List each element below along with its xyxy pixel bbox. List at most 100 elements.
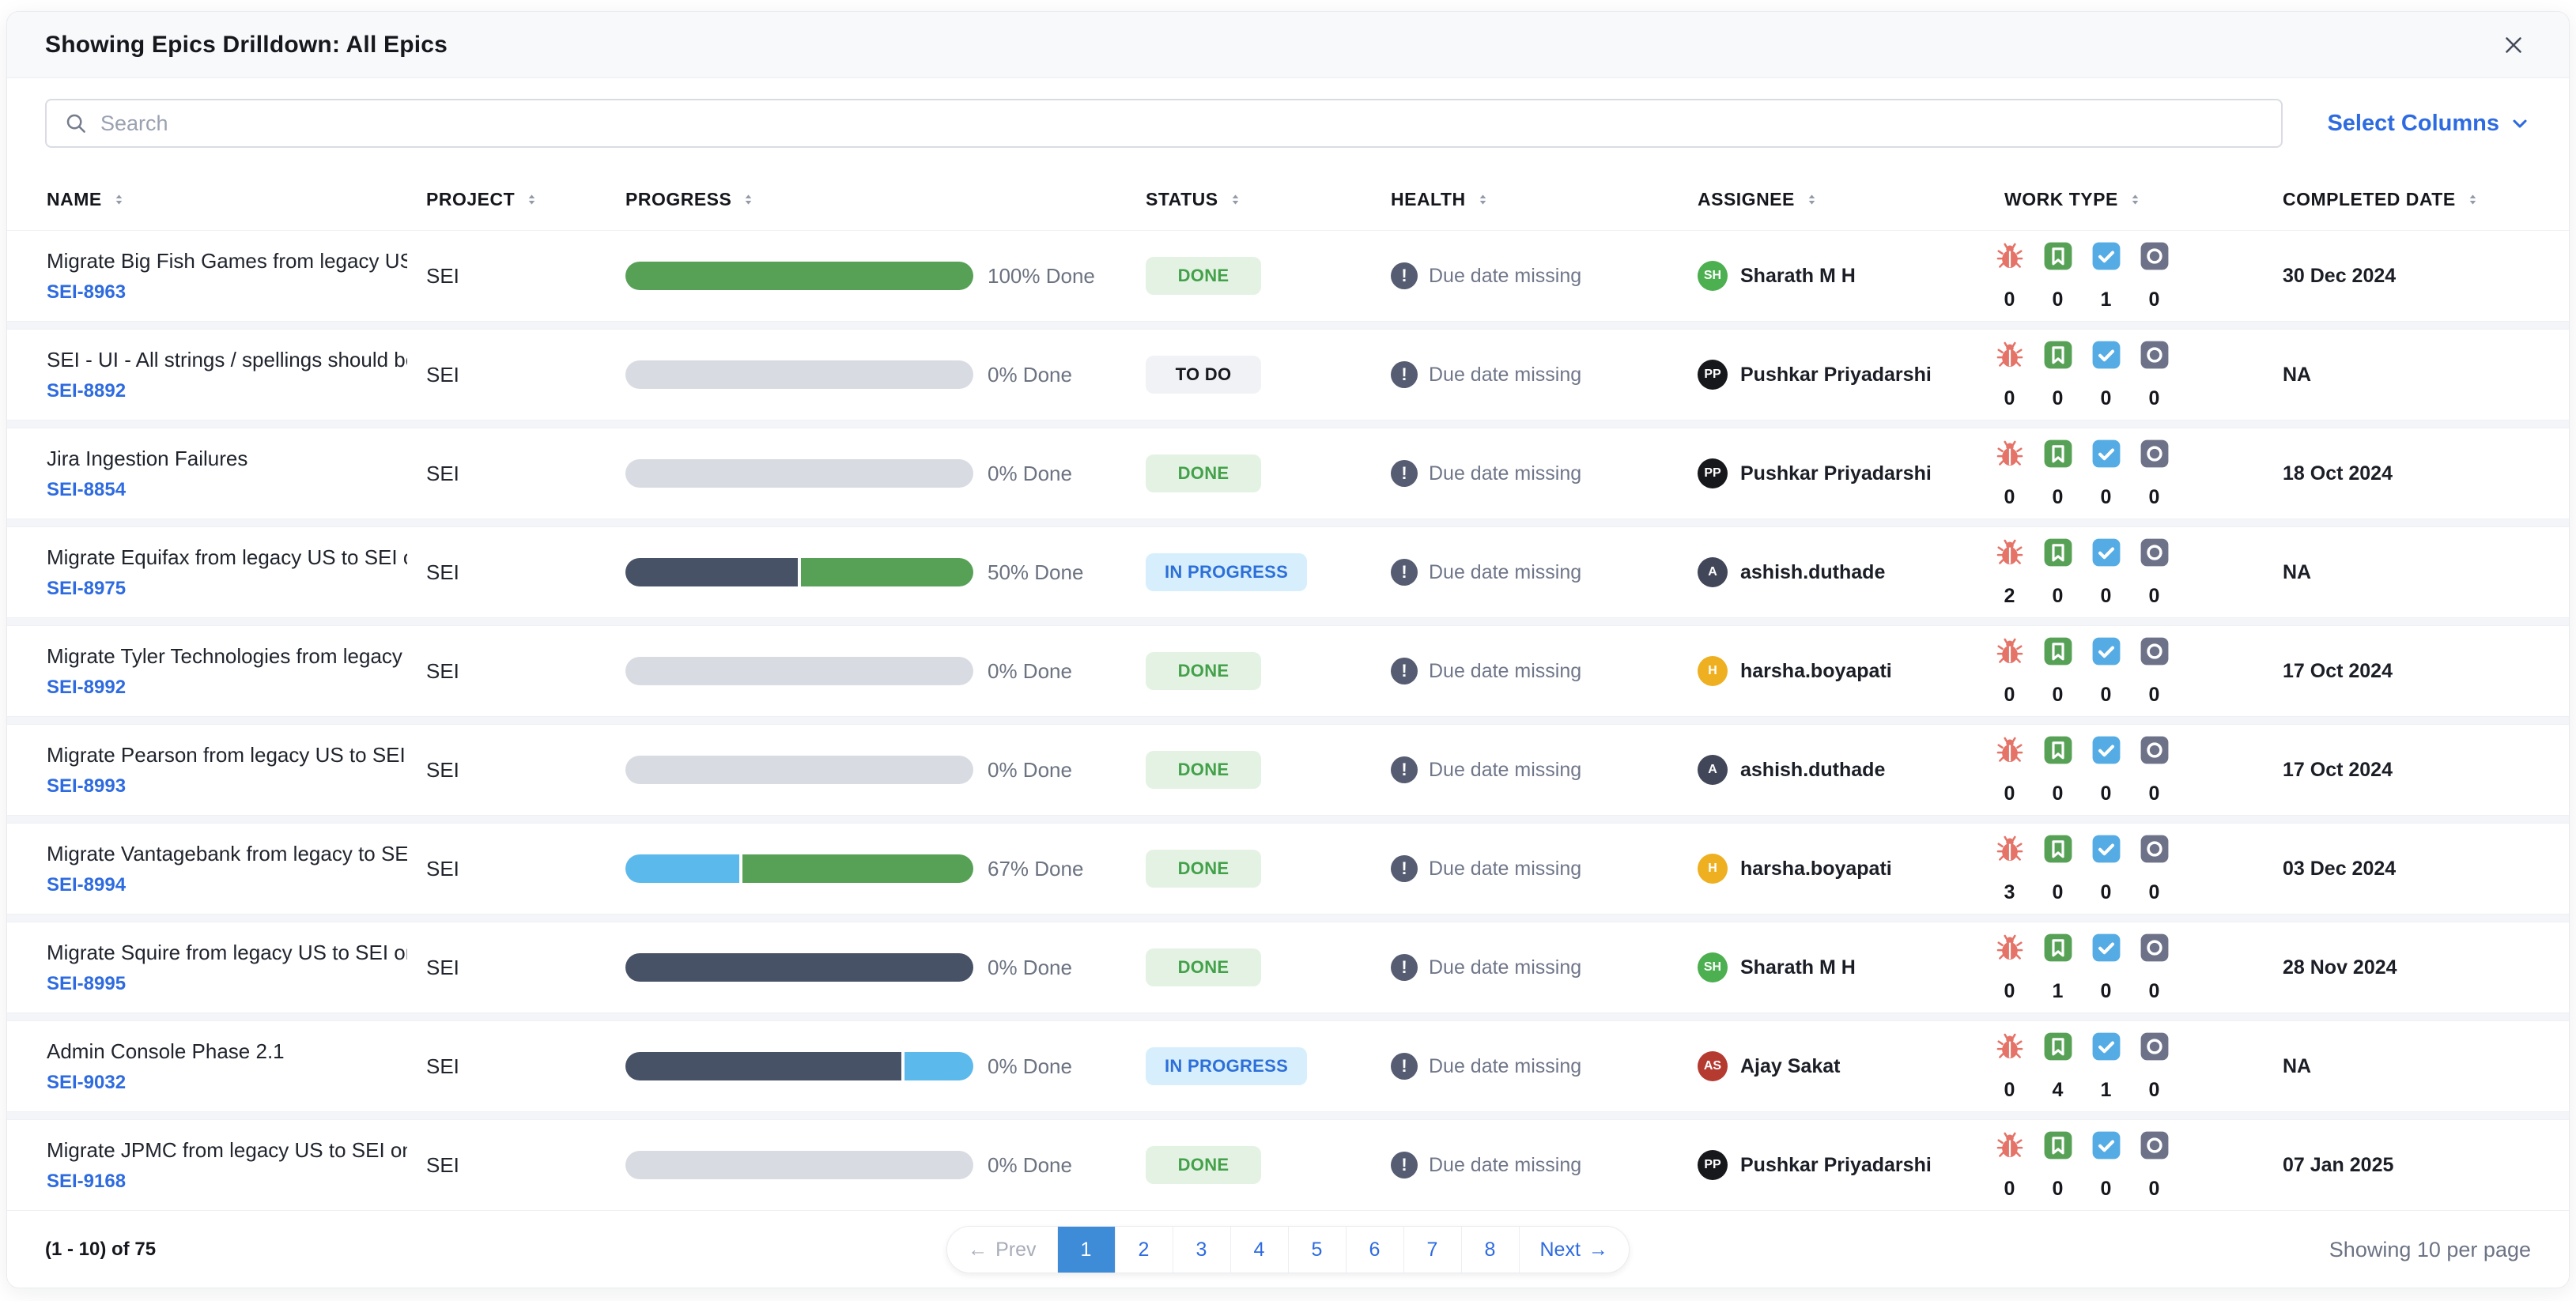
work-type-cell: 0 0 0 0: [1985, 636, 2283, 707]
page-button-6[interactable]: 6: [1346, 1227, 1404, 1273]
progress-cell: 100% Done: [625, 262, 1146, 290]
progress-label: 0% Done: [988, 955, 1072, 979]
avatar: PP: [1698, 360, 1728, 390]
epic-id-link[interactable]: SEI-8892: [47, 380, 126, 402]
column-header-project[interactable]: PROJECT: [426, 189, 625, 210]
column-header-name[interactable]: NAME: [47, 189, 426, 210]
task-count: 1: [2100, 288, 2112, 311]
assignee-cell: PP Pushkar Priyadarshi: [1698, 458, 1985, 488]
search-input[interactable]: [100, 111, 2264, 136]
sort-icon: [1806, 192, 1818, 207]
story-icon: [2043, 735, 2073, 765]
task-icon: [2091, 241, 2121, 271]
progress-segment-green: [625, 262, 973, 290]
epic-id-link[interactable]: SEI-9168: [47, 1171, 126, 1193]
bug-icon: [1995, 537, 2025, 568]
epic-id-link[interactable]: SEI-8995: [47, 973, 126, 995]
progress-segment-green: [742, 854, 973, 883]
task-icon: [2091, 340, 2121, 370]
other-icon: [2140, 1130, 2170, 1160]
bug-count: 0: [2004, 288, 2015, 311]
bug-count: 0: [2004, 782, 2015, 805]
page-button-8[interactable]: 8: [1461, 1227, 1520, 1273]
task-icon: [2091, 439, 2121, 469]
health-text: Due date missing: [1429, 1054, 1582, 1077]
column-header-health[interactable]: HEALTH: [1391, 189, 1698, 210]
health-cell: ! Due date missing: [1391, 756, 1698, 783]
health-cell: ! Due date missing: [1391, 855, 1698, 882]
progress-cell: 0% Done: [625, 1151, 1146, 1179]
other-count: 0: [2148, 1078, 2160, 1101]
progress-segment-navy: [625, 558, 798, 586]
epic-id-link[interactable]: SEI-8994: [47, 874, 126, 896]
project-cell: SEI: [426, 757, 459, 782]
work-type-cell: 2 0 0 0: [1985, 537, 2283, 608]
epic-id-link[interactable]: SEI-8975: [47, 578, 126, 600]
task-icon: [2091, 636, 2121, 666]
table-row: Migrate Big Fish Games from legacy US to…: [7, 230, 2569, 322]
assignee-name: Pushkar Priyadarshi: [1740, 462, 1932, 485]
page-button-4[interactable]: 4: [1230, 1227, 1289, 1273]
story-count: 0: [2052, 584, 2064, 607]
epic-id-link[interactable]: SEI-8854: [47, 479, 126, 501]
progress-label: 0% Done: [988, 1054, 1072, 1078]
chevron-down-icon: [2509, 112, 2531, 134]
task-count: 0: [2100, 881, 2112, 903]
health-cell: ! Due date missing: [1391, 954, 1698, 981]
epic-id-link[interactable]: SEI-9032: [47, 1072, 126, 1094]
sort-icon: [2467, 192, 2479, 207]
avatar: AS: [1698, 1051, 1728, 1081]
task-count: 0: [2100, 584, 2112, 607]
page-button-5[interactable]: 5: [1288, 1227, 1347, 1273]
work-type-cell: 0 0 0 0: [1985, 1130, 2283, 1201]
other-count: 0: [2148, 683, 2160, 706]
close-button[interactable]: [2496, 28, 2531, 62]
status-badge: DONE: [1146, 1146, 1261, 1184]
table-row: Migrate Vantagebank from legacy to SEI o…: [7, 823, 2569, 914]
project-cell: SEI: [426, 955, 459, 979]
due-date-alert-icon: !: [1391, 1053, 1418, 1080]
story-count: 0: [2052, 1177, 2064, 1200]
epic-id-link[interactable]: SEI-8963: [47, 281, 126, 304]
assignee-cell: H harsha.boyapati: [1698, 854, 1985, 884]
avatar: H: [1698, 854, 1728, 884]
sort-icon: [526, 192, 538, 207]
column-header-progress[interactable]: PROGRESS: [625, 189, 1146, 210]
column-header-work-type[interactable]: WORK TYPE: [1985, 189, 2283, 210]
epic-id-link[interactable]: SEI-8993: [47, 775, 126, 798]
project-cell: SEI: [426, 461, 459, 485]
assignee-name: Sharath M H: [1740, 264, 1856, 287]
column-header-assignee[interactable]: ASSIGNEE: [1698, 189, 1985, 210]
next-page-button[interactable]: Next →: [1519, 1227, 1629, 1273]
status-badge: DONE: [1146, 948, 1261, 986]
progress-label: 0% Done: [988, 757, 1072, 782]
epic-id-link[interactable]: SEI-8992: [47, 677, 126, 699]
story-icon: [2043, 439, 2073, 469]
progress-bar: [625, 854, 973, 883]
completed-date-cell: 17 Oct 2024: [2283, 758, 2393, 781]
other-icon: [2140, 340, 2170, 370]
bug-icon: [1995, 340, 2025, 370]
column-header-status[interactable]: STATUS: [1146, 189, 1391, 210]
progress-cell: 0% Done: [625, 756, 1146, 784]
column-header-completed-date[interactable]: COMPLETED DATE: [2283, 189, 2569, 210]
status-badge: TO DO: [1146, 356, 1261, 394]
next-label: Next: [1539, 1238, 1581, 1261]
search-box[interactable]: [45, 99, 2283, 148]
sort-icon: [742, 192, 754, 207]
assignee-name: ashish.duthade: [1740, 758, 1886, 781]
bug-count: 2: [2004, 584, 2015, 607]
work-type-cell: 0 0 0 0: [1985, 735, 2283, 805]
bug-icon: [1995, 834, 2025, 864]
page-button-2[interactable]: 2: [1115, 1227, 1173, 1273]
health-cell: ! Due date missing: [1391, 1152, 1698, 1178]
other-icon: [2140, 933, 2170, 963]
progress-segment-lightblue: [904, 1052, 973, 1080]
page-button-3[interactable]: 3: [1173, 1227, 1231, 1273]
page-button-7[interactable]: 7: [1403, 1227, 1462, 1273]
avatar: A: [1698, 755, 1728, 785]
page-button-1[interactable]: 1: [1057, 1227, 1116, 1273]
select-columns-button[interactable]: Select Columns: [2327, 111, 2531, 137]
prev-page-button[interactable]: ← Prev: [947, 1227, 1058, 1273]
task-count: 1: [2100, 1078, 2112, 1101]
